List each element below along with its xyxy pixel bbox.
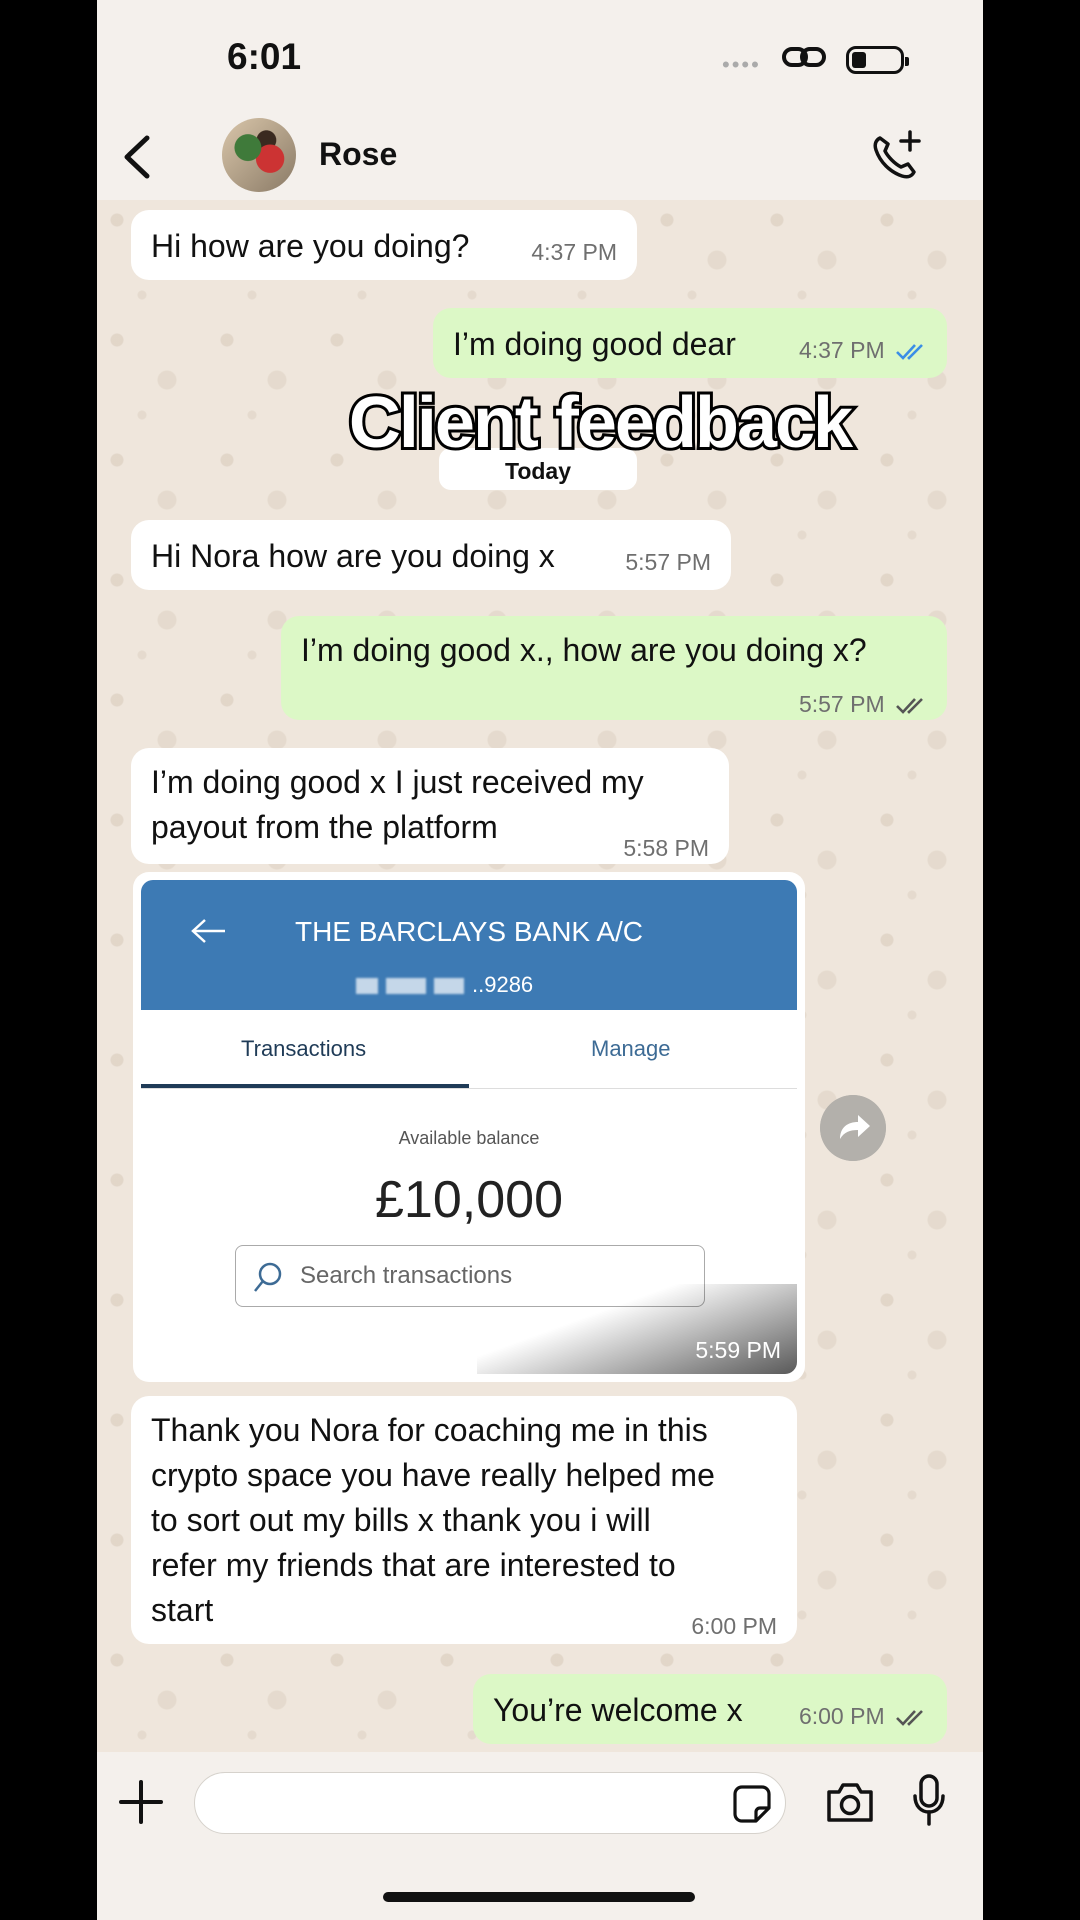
bank-header: THE BARCLAYS BANK A/C ..9286 (141, 880, 797, 1010)
message-bubble-incoming[interactable]: Hi Nora how are you doing x 5:57 PM (131, 520, 731, 590)
contact-avatar[interactable] (222, 118, 296, 192)
back-chevron-icon[interactable] (117, 132, 157, 182)
message-text: Hi how are you doing? (151, 228, 470, 264)
message-text: Hi Nora how are you doing x (151, 538, 555, 574)
tab-transactions: Transactions (241, 1036, 367, 1061)
chat-header: Rose (97, 110, 983, 202)
link-icon (782, 47, 826, 67)
message-bubble-outgoing[interactable]: You’re welcome x 6:00 PM (473, 1674, 947, 1744)
tab-manage: Manage (591, 1036, 671, 1061)
message-text: I’m doing good x., how are you doing x? (301, 632, 867, 668)
message-input-bar (97, 1752, 983, 1862)
message-text-line: I’m doing good x I just received my (151, 764, 644, 800)
sticker-icon[interactable] (732, 1784, 772, 1824)
battery-icon (846, 46, 909, 74)
message-time: 5:58 PM (623, 835, 709, 861)
bank-title: THE BARCLAYS BANK A/C (294, 916, 644, 947)
message-time: 5:57 PM (625, 549, 711, 575)
phone-screen: 6:01 •••• Rose Hi how are you doing? 4:3… (97, 0, 983, 1920)
contact-name[interactable]: Rose (319, 136, 397, 173)
read-ticks-icon (896, 344, 923, 360)
active-tab-indicator (141, 1084, 469, 1088)
message-text: I’m doing good dear (453, 326, 736, 362)
camera-icon[interactable] (825, 1780, 875, 1824)
overlay-caption: Client feedback (97, 380, 983, 466)
message-bubble-incoming[interactable]: Hi how are you doing? 4:37 PM (131, 210, 637, 280)
bank-tabs: Transactions Manage (141, 1010, 797, 1089)
message-time: 6:00 PM (691, 1613, 777, 1639)
account-suffix: ..9286 (472, 972, 534, 997)
message-meta: 5:57 PM (799, 682, 929, 727)
message-text-line: refer my friends that are interested to (151, 1547, 676, 1583)
home-indicator[interactable] (383, 1892, 695, 1902)
search-icon (254, 1262, 282, 1292)
message-time: 6:00 PM (798, 1703, 885, 1729)
message-bubble-incoming[interactable]: I’m doing good x I just received my payo… (131, 748, 729, 864)
message-input[interactable] (194, 1772, 786, 1834)
available-balance-label: Available balance (398, 1128, 540, 1148)
delivered-ticks-icon (896, 1710, 923, 1726)
delivered-ticks-icon (896, 698, 923, 714)
status-bar: 6:01 •••• (97, 0, 983, 110)
message-text-line: to sort out my bills x thank you i will (151, 1502, 651, 1538)
image-message[interactable]: THE BARCLAYS BANK A/C ..9286 Transaction… (133, 872, 805, 1382)
microphone-icon[interactable] (912, 1774, 946, 1826)
message-bubble-incoming[interactable]: Thank you Nora for coaching me in this c… (131, 1396, 797, 1644)
message-bubble-outgoing[interactable]: I’m doing good x., how are you doing x? … (281, 616, 947, 720)
status-time: 6:01 (227, 36, 302, 77)
message-time: 4:37 PM (531, 239, 617, 265)
message-meta: 4:37 PM (799, 328, 929, 373)
message-time: 5:59 PM (695, 1337, 781, 1363)
message-text-line: crypto space you have really helped me (151, 1457, 715, 1493)
overlay-caption-text: Client feedback (346, 380, 856, 466)
account-number: ..9286 (356, 972, 533, 998)
message-time: 4:37 PM (798, 337, 885, 363)
plus-icon[interactable] (119, 1780, 163, 1824)
balance-amount: £10,000 (375, 1171, 563, 1229)
message-text-line: Thank you Nora for coaching me in this (151, 1412, 708, 1448)
message-time: 5:57 PM (798, 691, 885, 717)
message-text-line: start (151, 1592, 214, 1628)
message-meta: 6:00 PM (799, 1694, 929, 1739)
signal-icon: •••• (722, 52, 761, 77)
message-bubble-outgoing[interactable]: I’m doing good dear 4:37 PM (433, 308, 947, 378)
forward-icon[interactable] (820, 1095, 886, 1161)
add-call-icon[interactable] (870, 130, 922, 182)
message-text: You’re welcome x (493, 1692, 743, 1728)
